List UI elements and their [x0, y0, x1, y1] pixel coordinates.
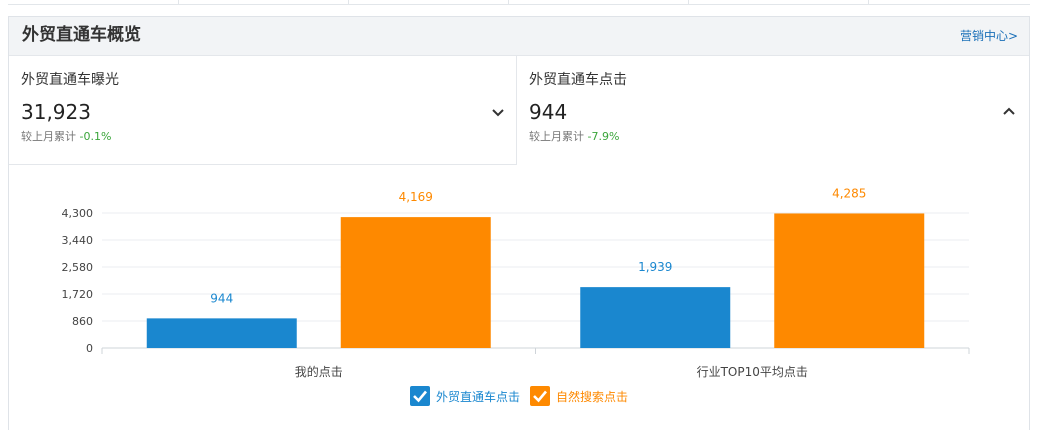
panel-title: 外贸直通车概览 [22, 25, 141, 45]
metric-value: 31,923 [21, 100, 91, 124]
exposure-card[interactable]: 外贸直通车曝光 31,923 较上月累计 -0.1% [9, 56, 517, 165]
legend-label: 自然搜索点击 [556, 389, 629, 404]
click-chart: 0 860 1,720 2,580 3,440 4,300 944 4,169 我的点击 1,93… [9, 165, 1029, 430]
legend-item-organic-clicks[interactable]: 自然搜索点击 [530, 384, 628, 408]
compare-label: 较上月累计 [21, 130, 76, 143]
metric-label: 外贸直通车曝光 [21, 72, 119, 88]
y-tick-label: 860 [72, 315, 93, 328]
y-tick-label: 4,300 [62, 207, 94, 220]
data-label: 4,285 [832, 186, 866, 200]
divider [508, 0, 509, 4]
y-tick-label: 2,580 [62, 261, 94, 274]
bar [146, 318, 297, 348]
divider [348, 0, 349, 4]
bar [340, 217, 491, 348]
chevron-up-icon[interactable] [1001, 104, 1017, 120]
data-label: 4,169 [399, 190, 433, 204]
top-strip [8, 0, 1030, 5]
checkbox-icon[interactable] [530, 386, 550, 406]
divider [868, 0, 869, 4]
data-label: 1,939 [638, 260, 672, 274]
x-category-label: 我的点击 [295, 364, 343, 379]
bar [774, 213, 925, 348]
overview-panel: 外贸直通车概览 营销中心> 外贸直通车曝光 31,923 较上月累计 -0.1%… [8, 16, 1030, 430]
click-card[interactable]: 外贸直通车点击 944 较上月累计 -7.9% [517, 56, 1029, 164]
checkbox-icon[interactable] [409, 386, 430, 406]
legend-item-ad-clicks[interactable]: 外贸直通车点击 [409, 384, 520, 408]
marketing-center-link[interactable]: 营销中心> [960, 28, 1018, 44]
y-tick-label: 1,720 [62, 288, 94, 301]
y-tick-label: 3,440 [62, 234, 94, 247]
y-tick-label: 0 [86, 342, 93, 355]
compare-delta: -0.1% [79, 130, 112, 143]
metric-compare: 较上月累计 -7.9% [529, 130, 619, 144]
divider [178, 0, 179, 4]
chevron-down-icon[interactable] [490, 104, 506, 120]
panel-header: 外贸直通车概览 营销中心> [9, 17, 1029, 56]
metric-value: 944 [529, 100, 568, 124]
metric-compare: 较上月累计 -0.1% [21, 130, 111, 144]
divider [688, 0, 689, 4]
bar [580, 287, 731, 348]
x-category-label: 行业TOP10平均点击 [697, 365, 808, 379]
compare-label: 较上月累计 [529, 130, 584, 143]
chart-canvas: 0 860 1,720 2,580 3,440 4,300 944 4,169 我的点击 1,93… [62, 186, 970, 379]
data-label: 944 [210, 291, 233, 305]
metric-label: 外贸直通车点击 [529, 72, 627, 88]
legend-label: 外贸直通车点击 [435, 389, 520, 404]
compare-delta: -7.9% [587, 130, 620, 143]
chart-legend: 外贸直通车点击 自然搜索点击 [9, 384, 1029, 408]
